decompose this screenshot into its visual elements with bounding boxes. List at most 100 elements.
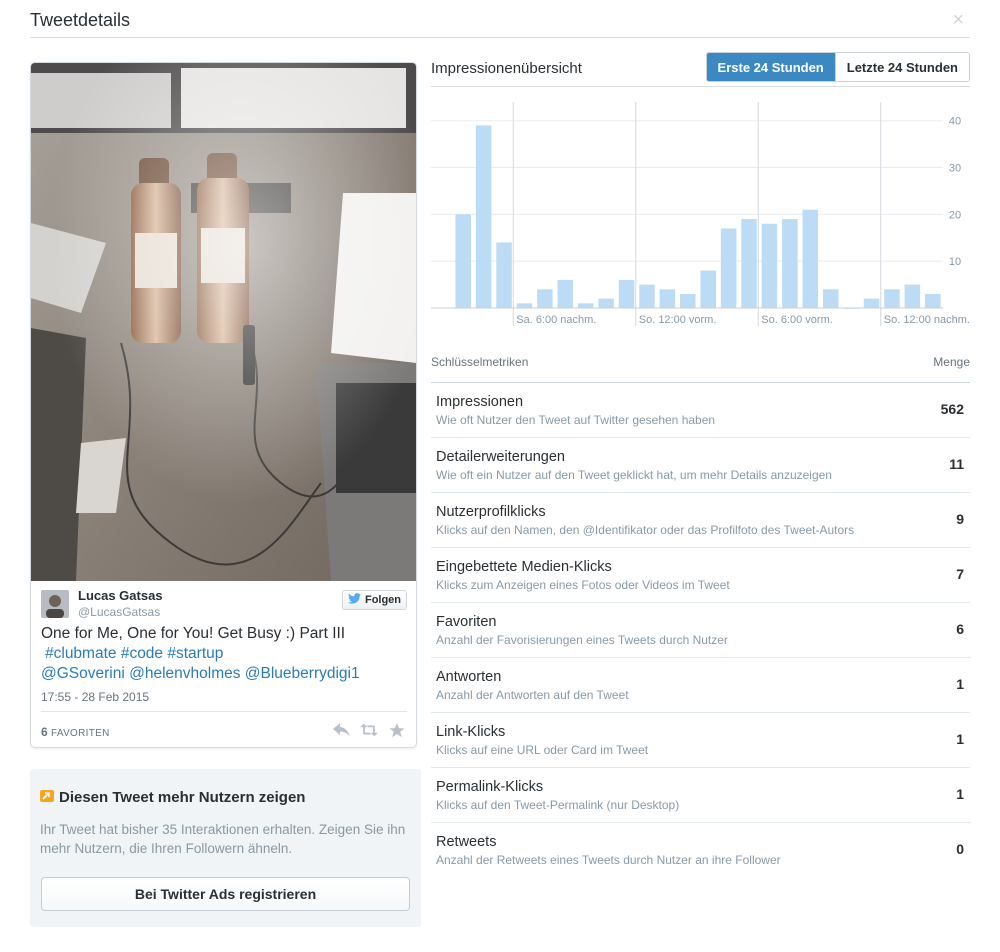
metric-value: 6 (956, 621, 964, 637)
chart-bar (639, 284, 655, 308)
chart-bar (455, 214, 471, 308)
metric-row-profile-clicks: Nutzerprofilklicks Klicks auf den Namen,… (431, 493, 970, 548)
promote-text: Ihr Tweet hat bisher 35 Interaktionen er… (40, 822, 406, 856)
follow-button[interactable]: Folgen (342, 590, 407, 610)
metrics-list: Impressionen Wie oft Nutzer den Tweet au… (431, 383, 970, 878)
chart-y-tick-label: 20 (949, 209, 961, 221)
retweet-icon[interactable] (360, 721, 378, 739)
twitter-bird-icon (347, 593, 361, 607)
chart-bar (557, 279, 574, 308)
metric-value: 0 (956, 841, 964, 857)
favorites-count[interactable]: 6 FAVORITEN (41, 725, 110, 739)
metric-description: Wie oft Nutzer den Tweet auf Twitter ges… (436, 413, 716, 427)
chart-bar (598, 298, 614, 308)
tweet-photo[interactable] (31, 63, 416, 581)
metric-description: Wie oft ein Nutzer auf den Tweet geklick… (436, 468, 832, 482)
promote-arrow-icon (40, 789, 54, 806)
chart-x-tick-label: So. 12:00 nachm. (884, 314, 970, 326)
metric-value: 11 (949, 456, 964, 472)
chart-bar (884, 289, 900, 308)
metric-row-detail-expands: Detailerweiterungen Wie oft ein Nutzer a… (431, 438, 970, 493)
metric-row-permalink-clicks: Permalink-Klicks Klicks auf den Tweet-Pe… (431, 768, 970, 823)
promote-box: Diesen Tweet mehr Nutzern zeigen Ihr Twe… (30, 769, 421, 927)
tab-first-24h[interactable]: Erste 24 Stunden (706, 53, 835, 81)
tweet-text: One for Me, One for You! Get Busy :) Par… (41, 624, 409, 684)
promote-title-text: Diesen Tweet mehr Nutzern zeigen (59, 789, 306, 806)
tab-last-24h[interactable]: Letzte 24 Stunden (834, 53, 969, 81)
tweet-mentions[interactable]: @GSoverini @helenvholmes @Blueberrydigi1 (41, 664, 409, 684)
metric-row-impressions: Impressionen Wie oft Nutzer den Tweet au… (431, 383, 970, 438)
tweet-hashtags[interactable]: #clubmate #code #startup (41, 644, 409, 664)
metric-description: Klicks auf den Namen, den @Identifikator… (436, 523, 855, 537)
metric-row-favorites: Favoriten Anzahl der Favorisierungen ein… (431, 603, 970, 658)
chart-bar (863, 298, 880, 308)
chart-bar (761, 223, 778, 308)
chart-x-tick-label: Sa. 6:00 nachm. (516, 314, 596, 326)
chart-bar (618, 279, 635, 308)
chart-y-tick-label: 40 (949, 116, 961, 128)
metric-description: Anzahl der Retweets eines Tweets durch N… (436, 853, 781, 867)
chart-y-tick-label: 30 (949, 163, 961, 175)
chart-bar (925, 293, 941, 308)
chart-bar (475, 125, 492, 308)
chart-bar (680, 293, 696, 308)
chart-x-tick-label: So. 12:00 vorm. (639, 314, 717, 326)
metric-value: 9 (956, 511, 964, 527)
favorites-label: FAVORITEN (50, 728, 110, 739)
impressions-chart: 10 20 30 40 Sa. 6:00 nachm. So. 12:00 vorm. So… (431, 102, 970, 332)
close-icon[interactable]: × (952, 10, 964, 30)
avatar[interactable] (41, 590, 69, 618)
reply-icon[interactable] (332, 721, 350, 739)
metric-name: Link-Klicks (436, 724, 506, 740)
metric-name: Nutzerprofilklicks (436, 504, 546, 520)
chart-bar (659, 289, 676, 308)
metric-name: Antworten (436, 669, 502, 685)
chart-bar (496, 242, 512, 308)
metric-value: 7 (956, 566, 964, 582)
metric-value: 562 (940, 401, 964, 417)
chart-bar (782, 219, 798, 308)
metric-name: Detailerweiterungen (436, 449, 565, 465)
chart-bar (537, 289, 553, 308)
tweet-text-line: One for Me, One for You! Get Busy :) Par… (41, 625, 346, 642)
metric-row-replies: Antworten Anzahl der Antworten auf den T… (431, 658, 970, 713)
metric-name: Favoriten (436, 614, 497, 630)
dialog-title: Tweetdetails (30, 10, 131, 30)
promote-title: Diesen Tweet mehr Nutzern zeigen (40, 789, 305, 806)
metric-value: 1 (956, 786, 964, 802)
tweet-timestamp[interactable]: 17:55 - 28 Feb 2015 (41, 690, 149, 704)
metric-name: Permalink-Klicks (436, 779, 544, 795)
metric-value: 1 (956, 731, 964, 747)
time-range-toggle: Erste 24 Stunden Letzte 24 Stunden (705, 52, 970, 82)
chart-bar (577, 303, 594, 308)
metric-row-media-clicks: Eingebettete Medien-Klicks Klicks zum An… (431, 548, 970, 603)
chart-bar (720, 228, 737, 308)
impressions-title: Impressionenübersicht (431, 60, 582, 77)
chart-bar (741, 219, 757, 308)
chart-bar (904, 284, 921, 308)
metric-description: Klicks auf den Tweet-Permalink (nur Desk… (436, 798, 680, 812)
twitter-ads-register-button[interactable]: Bei Twitter Ads registrieren (41, 877, 410, 911)
divider (41, 711, 407, 712)
author-handle[interactable]: @LucasGatsas (78, 605, 160, 619)
chart-bar (822, 289, 839, 308)
divider (431, 86, 970, 87)
favorites-number: 6 (41, 725, 48, 739)
chart-bar (802, 209, 819, 308)
metric-name: Eingebettete Medien-Klicks (436, 559, 612, 575)
follow-label: Folgen (364, 594, 402, 606)
chart-bar (700, 270, 716, 308)
chart-bar (516, 303, 533, 308)
chart-x-tick-label: So. 6:00 vorm. (761, 314, 833, 326)
favorite-star-icon[interactable] (388, 721, 406, 739)
tweet-card: Lucas Gatsas @LucasGatsas Folgen One for… (30, 62, 417, 748)
tweet-actions (332, 721, 406, 739)
metric-row-link-clicks: Link-Klicks Klicks auf eine URL oder Car… (431, 713, 970, 768)
author-name[interactable]: Lucas Gatsas (78, 588, 163, 603)
metric-description: Klicks zum Anzeigen eines Fotos oder Vid… (436, 578, 730, 592)
metric-row-retweets: Retweets Anzahl der Retweets eines Tweet… (431, 823, 970, 878)
metric-description: Anzahl der Favorisierungen eines Tweets … (436, 633, 728, 647)
metric-name: Impressionen (436, 394, 524, 410)
metric-description: Klicks auf eine URL oder Card im Tweet (436, 743, 649, 757)
impressions-chart-svg: 10 20 30 40 Sa. 6:00 nachm. So. 12:00 vorm. So… (431, 102, 970, 326)
